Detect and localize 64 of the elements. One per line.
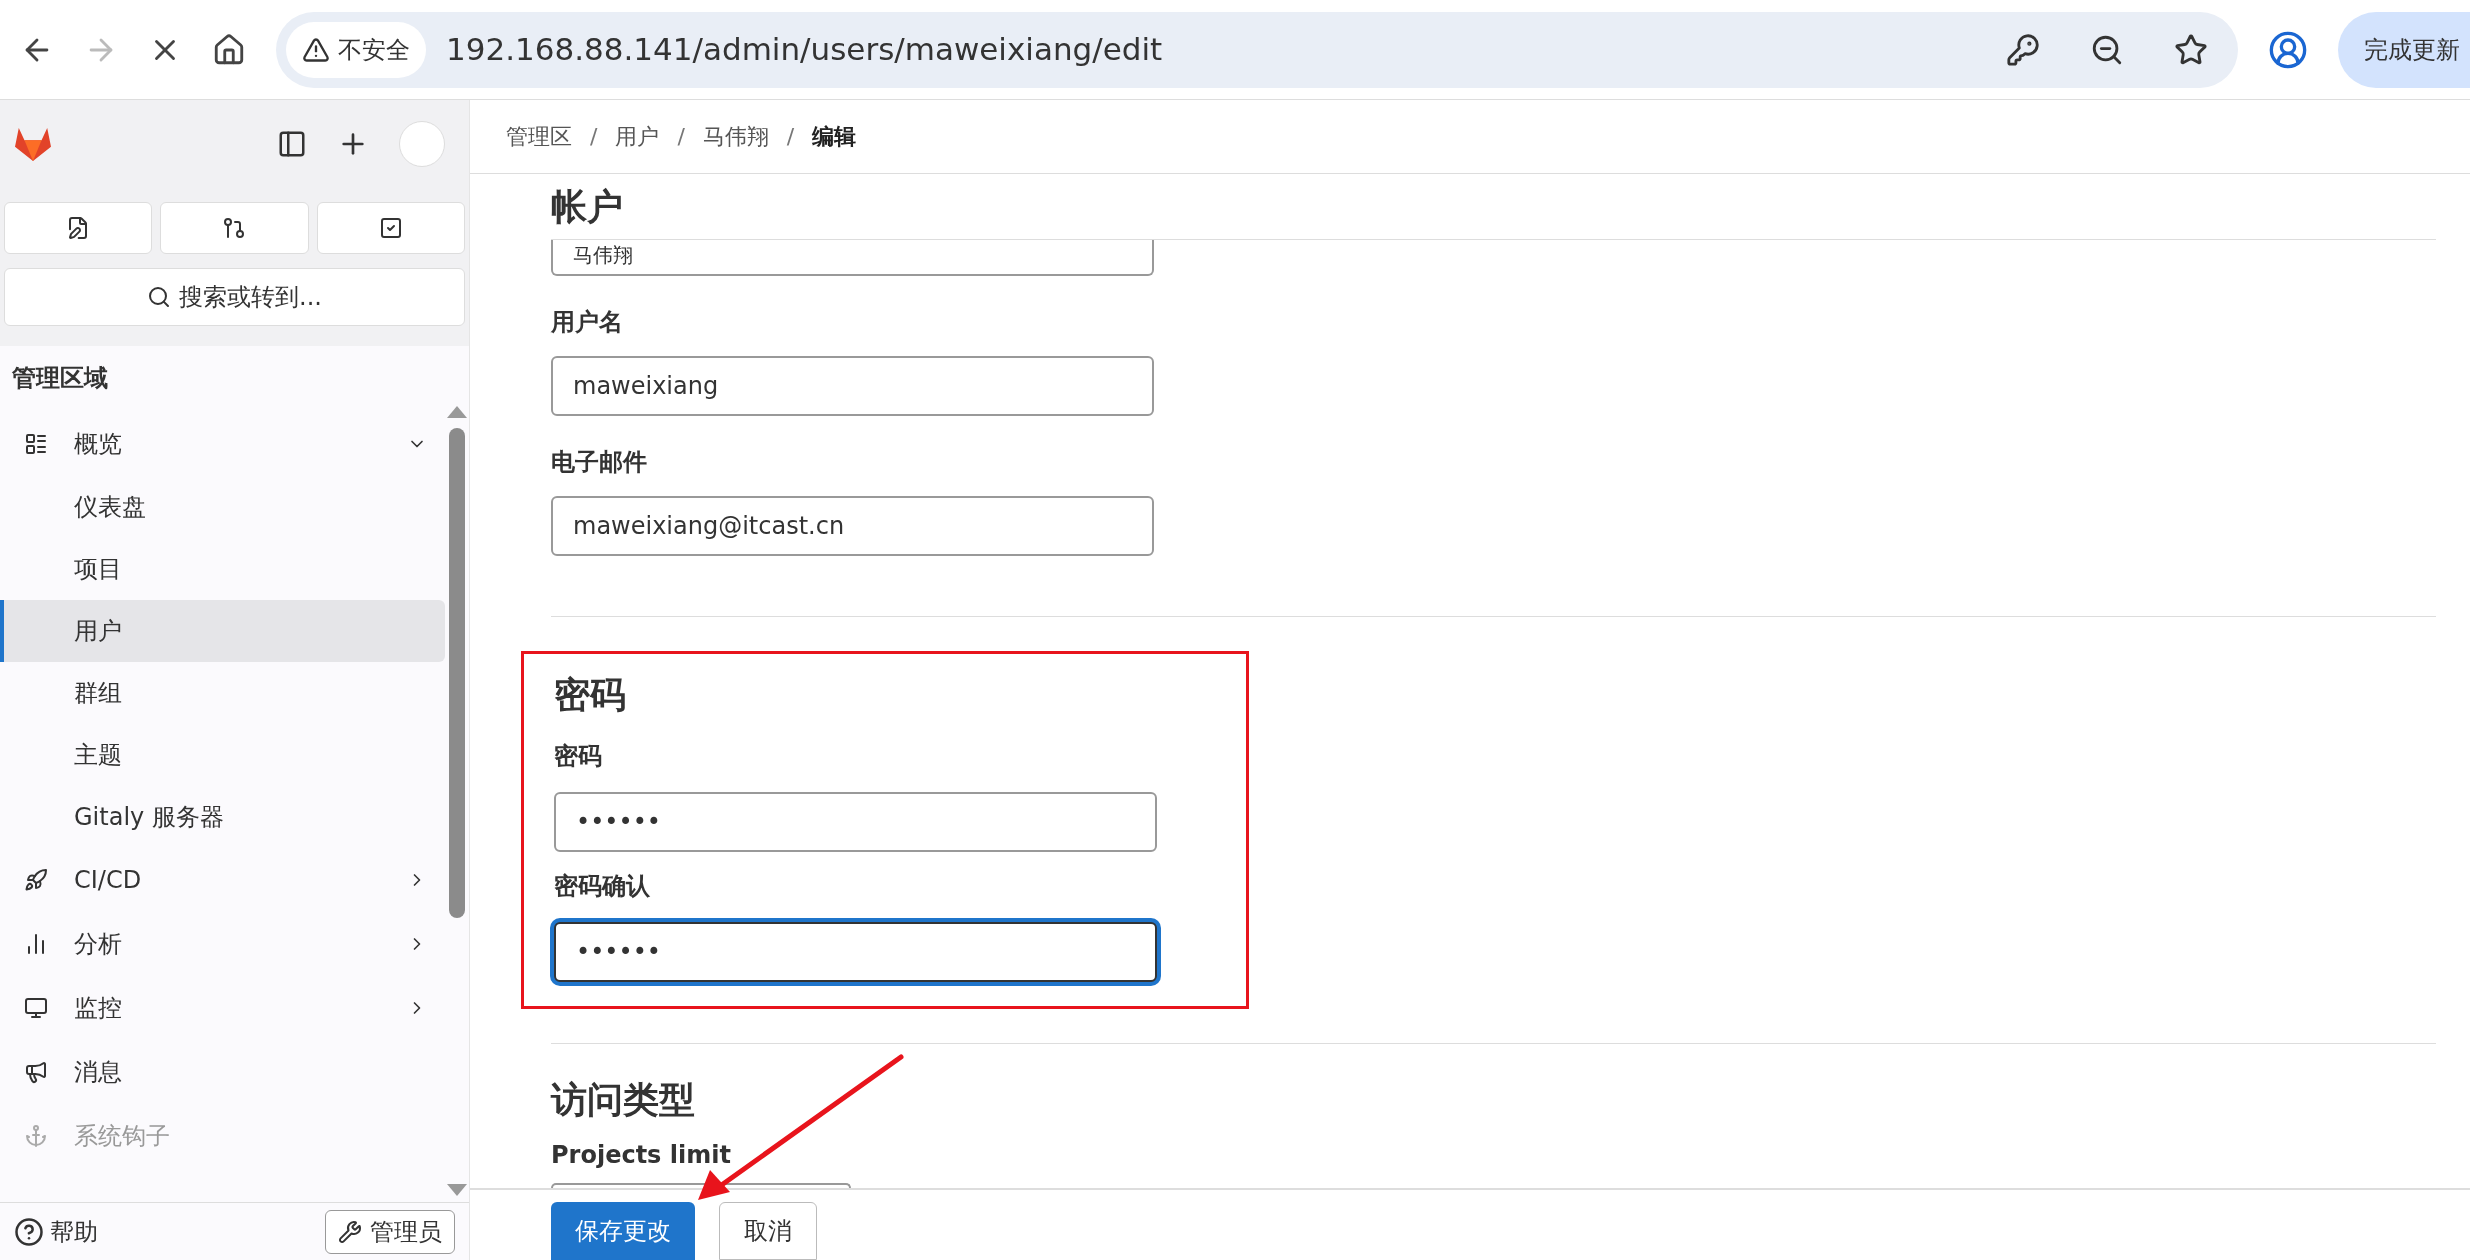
- field-label: 密码: [554, 740, 603, 772]
- breadcrumb-separator: /: [677, 123, 685, 151]
- security-chip[interactable]: 不安全: [286, 21, 426, 78]
- nav-subitem[interactable]: 用户: [0, 600, 445, 662]
- field-label: 电子邮件: [551, 447, 648, 478]
- nav-subitem[interactable]: 群组: [0, 662, 445, 724]
- rocket-icon: [24, 868, 48, 892]
- scroll-up-icon[interactable]: [447, 406, 467, 418]
- save-button[interactable]: 保存更改: [551, 1202, 695, 1260]
- fox-logo-icon[interactable]: [14, 126, 52, 162]
- nav-subitem[interactable]: 项目: [0, 538, 445, 600]
- sidebar-toggle-icon[interactable]: [277, 129, 307, 159]
- home-icon[interactable]: [212, 32, 246, 67]
- profile-icon[interactable]: [2268, 29, 2308, 70]
- admin-button[interactable]: 管理员: [325, 1209, 455, 1254]
- section-heading: 访问类型: [551, 1078, 696, 1122]
- scroll-down-icon[interactable]: [447, 1184, 467, 1196]
- todo-button[interactable]: [316, 202, 465, 254]
- help-icon: [14, 1216, 44, 1247]
- input-field[interactable]: maweixiang@itcast.cn: [551, 496, 1154, 556]
- merge-request-icon: [222, 216, 247, 240]
- search-button[interactable]: 搜索或转到...: [4, 268, 465, 326]
- megaphone-icon: [24, 1060, 48, 1084]
- checkbox-icon: [378, 216, 403, 240]
- breadcrumb-item[interactable]: 马伟翔: [702, 120, 769, 153]
- breadcrumb-item[interactable]: 管理区: [506, 120, 572, 153]
- warning-icon: [302, 35, 330, 64]
- nav-item[interactable]: 概览: [4, 412, 441, 476]
- star-icon[interactable]: [2174, 32, 2208, 67]
- password-field[interactable]: ••••••: [554, 921, 1157, 982]
- issues-button[interactable]: [4, 202, 153, 254]
- security-label: 不安全: [338, 34, 410, 66]
- name-field[interactable]: 马伟翔: [551, 240, 1154, 276]
- nav-item[interactable]: 分析: [4, 912, 441, 976]
- update-button[interactable]: 完成更新: [2338, 11, 2470, 88]
- breadcrumb-separator: /: [786, 123, 795, 151]
- nav-item[interactable]: 监控: [4, 976, 441, 1040]
- cancel-button[interactable]: 取消: [719, 1202, 817, 1260]
- field-label: 密码确认: [554, 870, 651, 902]
- nav-item[interactable]: CI/CD: [4, 848, 441, 912]
- nav-subitem[interactable]: 主题: [0, 724, 445, 786]
- nav-subitem[interactable]: Gitaly 服务器: [0, 786, 445, 848]
- key-icon[interactable]: [2006, 32, 2040, 67]
- section-title: 管理区域: [11, 363, 109, 394]
- breadcrumb-separator: /: [590, 123, 598, 151]
- help-link[interactable]: 帮助: [14, 1213, 98, 1250]
- nav-subitem[interactable]: 仪表盘: [0, 476, 445, 538]
- scrollbar-thumb[interactable]: [449, 428, 465, 918]
- breadcrumb-item[interactable]: 用户: [615, 120, 660, 153]
- list-icon: [24, 432, 48, 456]
- address-bar[interactable]: 不安全 192.168.88.141/admin/users/maweixiang/edit: [276, 11, 2238, 88]
- password-field[interactable]: ••••••: [554, 791, 1157, 852]
- input-field[interactable]: maweixiang: [551, 356, 1154, 416]
- anchor-icon: [24, 1124, 48, 1148]
- monitor-icon: [24, 996, 48, 1020]
- nav-item[interactable]: 消息: [4, 1040, 441, 1104]
- wrench-icon: [338, 1219, 362, 1244]
- field-label: 用户名: [551, 307, 624, 338]
- section-heading: 密码: [554, 672, 627, 717]
- section-heading: 帐户: [551, 184, 623, 229]
- breadcrumb-item[interactable]: 编辑: [812, 120, 857, 153]
- field-label: Projects limit: [551, 1140, 732, 1171]
- search-icon: [147, 285, 172, 309]
- url-text: 192.168.88.141/admin/users/maweixiang/edit: [446, 30, 1164, 70]
